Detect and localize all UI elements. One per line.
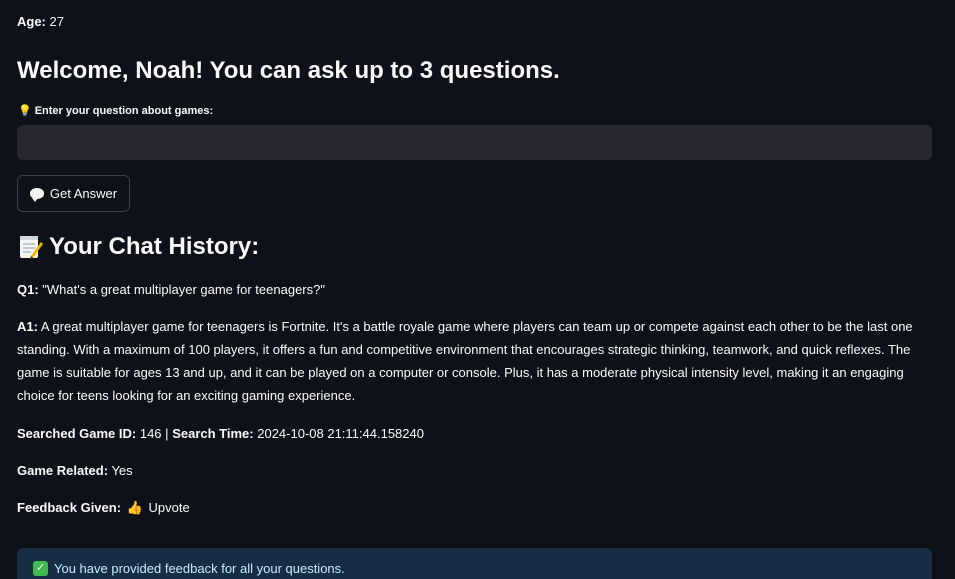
search-time-value: 2024-10-08 21:11:44.158240 [257, 426, 424, 441]
app-page: Age: 27 Welcome, Noah! You can ask up to… [0, 0, 955, 579]
question-row: Q1: "What's a great multiplayer game for… [17, 278, 935, 301]
search-time-label: Search Time: [172, 426, 254, 441]
question-label-text: Enter your question about games: [34, 105, 214, 117]
game-id-value: 146 [139, 426, 162, 441]
feedback-row: Feedback Given: 👍 Upvote [17, 496, 935, 519]
memo-icon [17, 234, 43, 260]
age-label: Age: [17, 14, 46, 29]
chat-history-title: Your Chat History: [49, 233, 260, 260]
question-input-label: 💡 Enter your question about games: [18, 103, 213, 119]
game-related-label: Game Related: [17, 463, 109, 478]
speech-bubble-icon [29, 188, 44, 202]
feedback-complete-text: You have provided feedback for all your … [54, 560, 345, 576]
thumbs-up-icon: 👍 [126, 500, 143, 515]
feedback-value: Upvote [148, 500, 190, 515]
age-value: 27 [49, 14, 64, 29]
question-input[interactable] [17, 125, 932, 160]
answer-text: A great multiplayer game for teenagers i… [17, 318, 913, 404]
answer-row: A1: A great multiplayer game for teenage… [17, 315, 935, 408]
game-related-value: Yes [111, 463, 133, 478]
feedback-label: Feedback Given: [17, 500, 122, 515]
question-label: Q1: [17, 282, 39, 297]
question-text: "What's a great multiplayer game for tee… [42, 282, 325, 297]
game-id-label: Searched Game ID: [17, 426, 137, 441]
answer-label: A1: [17, 318, 38, 334]
meta-separator: | [165, 426, 169, 441]
search-meta-row: Searched Game ID: 146 | Search Time: 202… [17, 422, 935, 445]
game-related-row: Game Related: Yes [17, 459, 935, 482]
check-mark-icon: ✓ [33, 560, 48, 576]
age-row: Age: 27 [17, 13, 64, 31]
welcome-heading: Welcome, Noah! You can ask up to 3 quest… [17, 57, 560, 84]
chat-history-heading: Your Chat History: [17, 232, 259, 262]
get-answer-button[interactable]: Get Answer [17, 175, 130, 212]
lightbulb-icon: 💡 [18, 105, 32, 117]
feedback-complete-alert: ✓ You have provided feedback for all you… [17, 548, 932, 579]
get-answer-label: Get Answer [49, 186, 118, 201]
